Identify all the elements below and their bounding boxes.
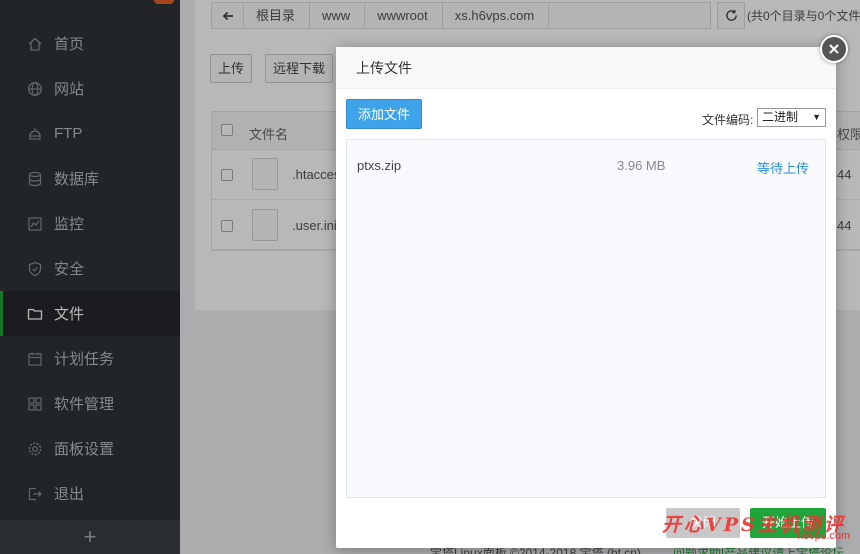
- add-files-button[interactable]: 添加文件: [346, 99, 422, 129]
- encoding-value: 二进制: [762, 110, 799, 124]
- close-icon: [829, 44, 839, 54]
- upload-file-list: ptxs.zip 3.96 MB 等待上传: [346, 139, 826, 498]
- encoding-label: 文件编码:: [702, 113, 754, 127]
- encoding-select[interactable]: 二进制 ▼: [757, 108, 826, 127]
- caret-down-icon: ▼: [812, 112, 821, 122]
- upload-file-name: ptxs.zip: [357, 158, 402, 173]
- upload-dialog: 上传文件 添加文件 文件编码: 二进制 ▼ ptxs.zip 3.96 MB 等…: [336, 47, 836, 548]
- watermark-url: hovps.com: [797, 530, 851, 542]
- dialog-title: 上传文件: [336, 47, 836, 89]
- upload-file-status: 等待上传: [757, 161, 810, 176]
- upload-file-size: 3.96 MB: [617, 158, 666, 173]
- dialog-close-icon[interactable]: [820, 35, 848, 63]
